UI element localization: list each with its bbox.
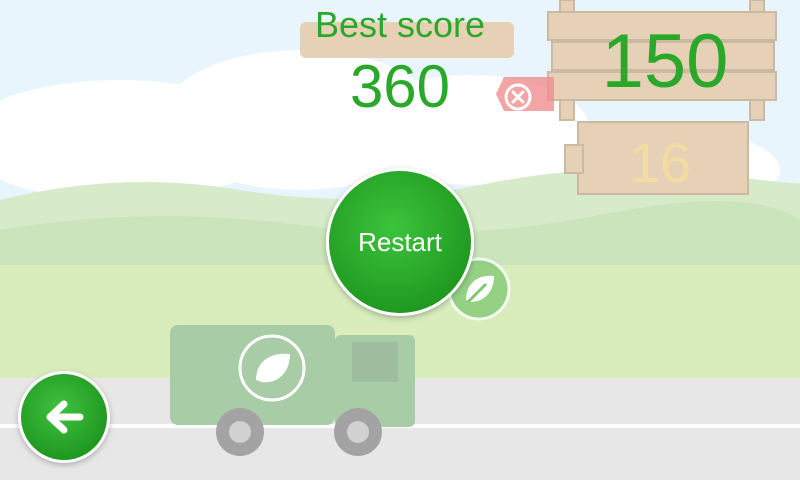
back-button[interactable]: [18, 371, 110, 463]
secondary-score-value: 16: [628, 131, 692, 194]
best-score-value: 360: [349, 53, 451, 120]
restart-label: Restart: [358, 226, 442, 257]
best-score-label: Best score: [314, 4, 486, 45]
close-icon[interactable]: [496, 71, 556, 119]
arrow-left-icon: [46, 400, 84, 434]
current-score-value: 150: [601, 19, 729, 104]
restart-button[interactable]: Restart: [326, 168, 474, 316]
